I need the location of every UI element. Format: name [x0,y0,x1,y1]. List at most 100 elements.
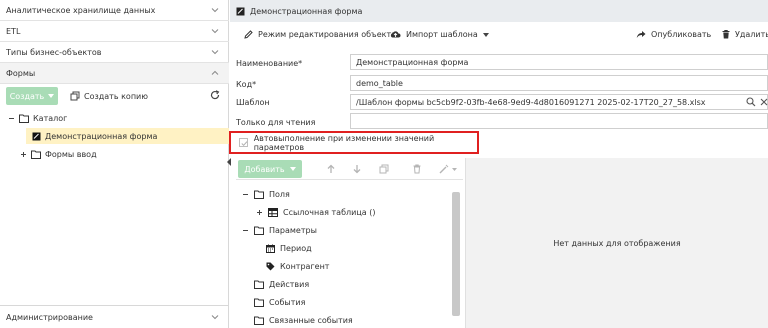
folder-icon [254,298,264,307]
tree-node-catalog[interactable]: Каталог [8,110,67,126]
import-template-label: Импорт шаблона [406,30,478,39]
caret-down-icon [482,32,489,37]
sidebar-section-business-types[interactable]: Типы бизнес-объектов [0,42,229,63]
delete-label: Удалить [735,30,768,39]
calendar-icon [266,244,275,253]
name-field[interactable]: Демонстрационная форма [350,54,768,70]
tree-node-label: Поля [269,189,290,199]
refresh-icon[interactable] [210,90,220,100]
create-copy-label: Создать копию [84,91,148,101]
tree-node-label: Период [280,243,312,253]
readonly-field[interactable] [350,113,768,129]
left-panel: Аналитическое хранилище данных ETL Типы … [0,0,229,328]
search-icon[interactable] [746,97,756,107]
tree-node-label: Ссылочная таблица () [283,207,376,217]
properties-panel: Нет данных для отображения [465,158,768,328]
caret-down-icon[interactable] [452,168,457,171]
close-icon[interactable] [760,98,768,106]
arrow-up-icon[interactable] [326,164,336,174]
tree-node-label: Каталог [33,113,68,123]
expand-plus-icon[interactable] [256,209,263,216]
tree-node-input-forms[interactable]: Формы ввод [20,146,97,162]
tree-node-demo-form[interactable]: Демонстрационная форма [26,128,229,144]
sidebar-section-label: Формы [6,68,36,78]
sidebar-section-forms[interactable]: Формы [0,63,229,84]
sidebar-section-etl[interactable]: ETL [0,21,229,42]
sidebar-section-label: ETL [6,26,21,36]
folder-open-icon [19,114,29,123]
folder-icon [254,190,264,199]
sidebar-section-label: Типы бизнес-объектов [6,47,102,57]
tree-node-fields[interactable]: Поля [242,186,290,202]
autorun-checkbox[interactable] [239,138,248,147]
folder-icon [254,226,264,235]
cloud-upload-icon [390,31,401,38]
tree-node-counterparty[interactable]: Контрагент [266,258,329,274]
share-icon [636,31,646,38]
import-template-button[interactable]: Импорт шаблона [390,30,489,39]
delete-button[interactable]: Удалить [722,30,768,39]
code-value: demo_table [356,78,403,88]
chevron-down-icon [211,8,219,13]
collapse-minus-icon[interactable] [242,227,249,234]
collapse-minus-icon[interactable] [8,115,15,122]
create-button-label: Создать [9,91,45,101]
caret-down-icon [289,167,296,171]
caret-down-icon [48,94,55,98]
code-field[interactable]: demo_table [350,75,768,91]
publish-button[interactable]: Опубликовать [636,30,711,39]
template-field[interactable]: /Шаблон формы bc5cb9f2-03fb-4e68-9ed9-4d… [350,94,768,110]
autorun-label: Автовыполнение при изменении значений па… [253,133,435,152]
form-icon [236,7,245,15]
sidebar-section-analytics[interactable]: Аналитическое хранилище данных [0,0,229,21]
forms-toolbar: Создать Создать копию [6,86,224,106]
arrow-down-icon[interactable] [352,164,362,174]
check-icon [241,141,248,147]
create-copy-button[interactable]: Создать копию [70,91,148,101]
chevron-down-icon [211,315,219,320]
sidebar-section-label: Администрирование [6,312,93,322]
copy-icon [70,91,80,101]
tag-icon [266,262,275,270]
add-button[interactable]: Добавить [238,160,302,178]
edit-mode-button[interactable]: Режим редактирования объекта [244,30,396,39]
table-icon [268,207,278,217]
tree-node-label: Формы ввод [45,149,97,159]
sidebar-section-label: Аналитическое хранилище данных [6,5,156,15]
tree-node-label: События [269,297,306,307]
folder-icon [254,316,264,325]
expand-plus-icon[interactable] [20,151,27,158]
name-value: Демонстрационная форма [356,57,469,67]
tree-scrollbar[interactable] [452,192,460,316]
trash-icon [722,30,730,39]
tree-node-period[interactable]: Период [266,240,312,256]
magic-wand-icon[interactable] [439,164,449,174]
sidebar-section-admin[interactable]: Администрирование [0,305,229,328]
tree-node-actions[interactable]: Действия [254,276,309,292]
empty-message: Нет данных для отображения [553,238,681,248]
template-value: /Шаблон формы bc5cb9f2-03fb-4e68-9ed9-4d… [356,97,706,107]
copy-icon[interactable] [379,164,389,174]
action-bar: Режим редактирования объекта Импорт шабл… [230,24,768,46]
collapse-minus-icon[interactable] [242,191,249,198]
chevron-down-icon [211,29,219,34]
collapse-panel-icon[interactable] [226,158,232,166]
trash-icon[interactable] [412,164,422,174]
tree-node-related-events[interactable]: Связанные события [254,312,353,328]
tree-node-ref-table[interactable]: Ссылочная таблица () [256,204,375,220]
create-button[interactable]: Создать [6,87,58,105]
tree-node-label: Демонстрационная форма [45,131,158,141]
page-title: Демонстрационная форма [250,6,363,16]
folder-icon [254,280,264,289]
tree-node-label: Параметры [269,225,317,235]
folder-icon [31,150,41,159]
tree-node-label: Действия [269,279,310,289]
code-label: Код* [236,80,257,89]
tree-node-params[interactable]: Параметры [242,222,317,238]
structure-toolbar: Добавить [236,158,463,180]
form-icon [32,132,41,140]
form-header: Демонстрационная форма [230,0,768,22]
structure-tree: Поля Ссылочная таблица () Параметры Пери… [236,181,463,328]
tree-node-events[interactable]: События [254,294,305,310]
add-button-label: Добавить [244,164,285,174]
